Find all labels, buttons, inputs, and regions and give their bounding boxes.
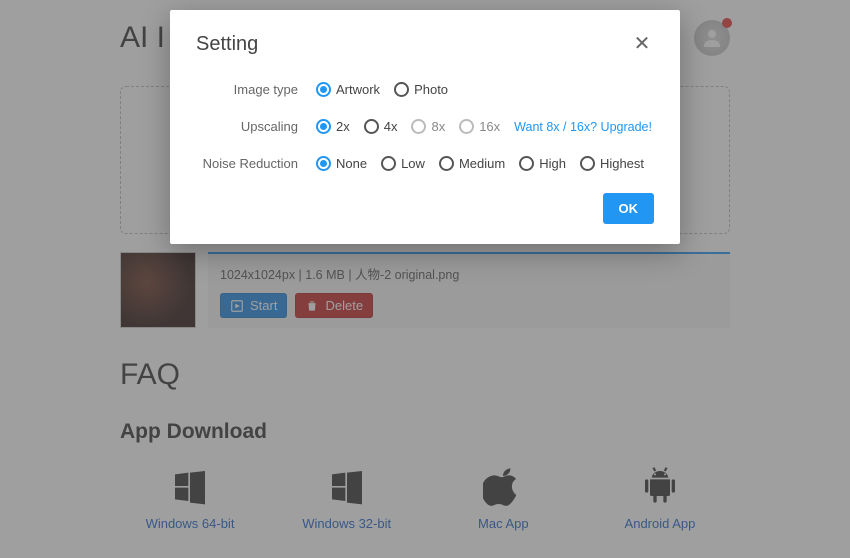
radio-icon <box>411 119 426 134</box>
radio-option: 16x <box>459 119 500 134</box>
label-upscaling: Upscaling <box>196 119 316 134</box>
row-image-type: Image type Artwork Photo <box>196 82 654 97</box>
ok-label: OK <box>619 201 639 216</box>
radio-label: Low <box>401 156 425 171</box>
radio-option[interactable]: None <box>316 156 367 171</box>
radio-label: High <box>539 156 566 171</box>
radio-icon <box>316 119 331 134</box>
options-upscaling: 2x 4x 8x 16x Want 8x / 16x? Upgrade! <box>316 119 652 134</box>
radio-label: 16x <box>479 119 500 134</box>
radio-icon <box>439 156 454 171</box>
radio-option[interactable]: Low <box>381 156 425 171</box>
radio-label: Highest <box>600 156 644 171</box>
modal-header: Setting ✕ <box>196 32 654 56</box>
radio-option[interactable]: High <box>519 156 566 171</box>
radio-label: Artwork <box>336 82 380 97</box>
radio-option[interactable]: Artwork <box>316 82 380 97</box>
modal-footer: OK <box>196 193 654 224</box>
radio-option[interactable]: Medium <box>439 156 505 171</box>
radio-label: 8x <box>431 119 445 134</box>
radio-label: None <box>336 156 367 171</box>
close-button[interactable]: ✕ <box>630 32 654 56</box>
row-upscaling: Upscaling 2x 4x 8x 16x Want 8x / 16x? Upgrad… <box>196 119 654 134</box>
radio-label: Photo <box>414 82 448 97</box>
options-noise: None Low Medium High Highest <box>316 156 644 171</box>
radio-icon <box>316 156 331 171</box>
modal-title: Setting <box>196 33 258 56</box>
radio-option[interactable]: 4x <box>364 119 398 134</box>
radio-label: Medium <box>459 156 505 171</box>
close-icon: ✕ <box>634 33 651 55</box>
radio-option[interactable]: 2x <box>316 119 350 134</box>
settings-modal: Setting ✕ Image type Artwork Photo Upscal… <box>170 10 680 244</box>
radio-option: 8x <box>411 119 445 134</box>
options-image-type: Artwork Photo <box>316 82 448 97</box>
radio-icon <box>364 119 379 134</box>
ok-button[interactable]: OK <box>603 193 655 224</box>
radio-label: 4x <box>384 119 398 134</box>
label-noise: Noise Reduction <box>196 156 316 171</box>
radio-option[interactable]: Photo <box>394 82 448 97</box>
row-noise: Noise Reduction None Low Medium High Highest <box>196 156 654 171</box>
radio-icon <box>381 156 396 171</box>
radio-icon <box>580 156 595 171</box>
radio-icon <box>316 82 331 97</box>
radio-icon <box>519 156 534 171</box>
upgrade-link[interactable]: Want 8x / 16x? Upgrade! <box>514 120 652 134</box>
label-image-type: Image type <box>196 82 316 97</box>
radio-label: 2x <box>336 119 350 134</box>
radio-icon <box>459 119 474 134</box>
radio-icon <box>394 82 409 97</box>
radio-option[interactable]: Highest <box>580 156 644 171</box>
